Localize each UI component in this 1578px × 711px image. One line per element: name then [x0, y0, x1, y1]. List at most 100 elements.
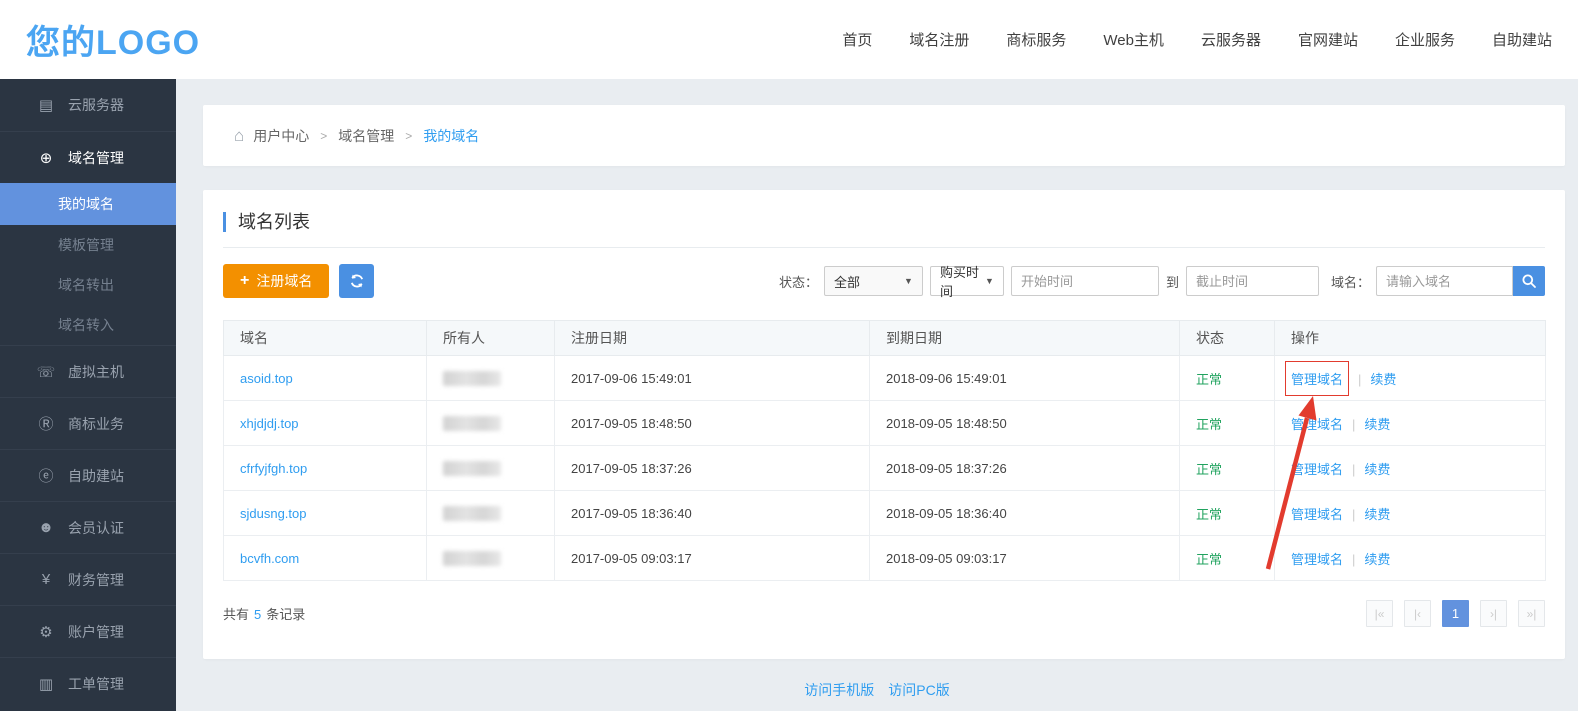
to-label: 到 — [1166, 272, 1179, 291]
register-domain-button[interactable]: + 注册域名 — [223, 264, 329, 298]
home-icon[interactable]: ⌂ — [234, 126, 244, 146]
registered-date-cell: 2017-09-05 18:37:26 — [555, 446, 870, 491]
domain-link[interactable]: asoid.top — [240, 371, 293, 386]
expiry-date-cell: 2018-09-05 09:03:17 — [870, 536, 1180, 581]
domain-cell: bcvfh.com — [224, 536, 427, 581]
breadcrumb-separator: > — [405, 129, 412, 143]
owner-cell — [427, 536, 555, 581]
domain-table: 域名所有人注册日期到期日期状态操作 asoid.top 2017-09-06 15… — [223, 320, 1546, 581]
page-button-next[interactable]: ›| — [1480, 600, 1507, 627]
table-header-row: 域名所有人注册日期到期日期状态操作 — [224, 321, 1546, 356]
column-header: 注册日期 — [555, 321, 870, 356]
sidebar-item-cloud-server[interactable]: ▤ 云服务器 — [0, 79, 176, 131]
renew-link[interactable]: 续费 — [1370, 372, 1396, 387]
nav-item[interactable]: Web主机 — [1103, 29, 1164, 50]
page-button-first[interactable]: |« — [1366, 600, 1393, 627]
manage-domain-link[interactable]: 管理域名 — [1291, 462, 1343, 477]
cloud-server-icon: ▤ — [35, 96, 57, 114]
sidebar-item-finance[interactable]: ¥财务管理 — [0, 553, 176, 605]
expiry-date-cell: 2018-09-05 18:37:26 — [870, 446, 1180, 491]
chevron-down-icon: ▼ — [898, 276, 913, 286]
owner-blurred-value — [443, 416, 501, 431]
renew-link[interactable]: 续费 — [1364, 462, 1390, 477]
nav-item[interactable]: 商标服务 — [1006, 29, 1066, 50]
footer-link[interactable]: 访问手机版 — [804, 682, 874, 698]
owner-cell — [427, 446, 555, 491]
sidebar-item-site-builder[interactable]: ⓔ自助建站 — [0, 449, 176, 501]
record-count-prefix: 共有 — [223, 607, 249, 622]
domain-link[interactable]: cfrfyjfgh.top — [240, 461, 307, 476]
table-row: cfrfyjfgh.top 2017-09-05 18:37:262018-09-… — [224, 446, 1546, 491]
annotation-red-box: 管理域名 — [1285, 361, 1349, 396]
plus-icon: + — [240, 272, 249, 290]
time-type-select[interactable]: 购买时间 ▼ — [930, 266, 1004, 296]
sidebar-item-account[interactable]: ⚙账户管理 — [0, 605, 176, 657]
sidebar-item-label: 会员认证 — [68, 518, 124, 538]
sidebar-item-domain-manage[interactable]: ⊕域名管理 — [0, 131, 176, 183]
nav-item[interactable]: 自助建站 — [1492, 29, 1552, 50]
globe-icon: ⊕ — [35, 149, 57, 167]
manage-domain-link[interactable]: 管理域名 — [1291, 372, 1343, 387]
breadcrumb: ⌂ 用户中心>域名管理>我的域名 — [203, 105, 1565, 166]
gear-icon: ⚙ — [35, 623, 57, 641]
search-button[interactable] — [1513, 266, 1545, 296]
column-header: 到期日期 — [870, 321, 1180, 356]
page-button-prev[interactable]: |‹ — [1404, 600, 1431, 627]
nav-item[interactable]: 域名注册 — [909, 29, 969, 50]
page-button-page[interactable]: 1 — [1442, 600, 1469, 627]
renew-link[interactable]: 续费 — [1364, 507, 1390, 522]
logo[interactable]: 您的LOGO — [26, 15, 200, 64]
sidebar-item-virtual-host[interactable]: ☏虚拟主机 — [0, 345, 176, 397]
domain-link[interactable]: xhjdjdj.top — [240, 416, 299, 431]
nav-item[interactable]: 首页 — [842, 29, 872, 50]
nav-item[interactable]: 官网建站 — [1298, 29, 1358, 50]
ticket-icon: ▥ — [35, 675, 57, 693]
top-nav: 首页 域名注册 商标服务 Web主机 云服务器 官网建站 企业服务 自助建站 — [842, 29, 1552, 50]
manage-domain-link[interactable]: 管理域名 — [1291, 507, 1343, 522]
end-date-input[interactable] — [1186, 266, 1319, 296]
owner-blurred-value — [443, 506, 501, 521]
page-button-last[interactable]: »| — [1518, 600, 1545, 627]
nav-item[interactable]: 云服务器 — [1201, 29, 1261, 50]
action-separator: | — [1352, 552, 1355, 567]
nav-item[interactable]: 企业服务 — [1395, 29, 1455, 50]
breadcrumb-item[interactable]: 用户中心 — [253, 126, 309, 146]
record-count-suffix: 条记录 — [266, 607, 305, 622]
owner-cell — [427, 401, 555, 446]
domain-link[interactable]: bcvfh.com — [240, 551, 299, 566]
phone-host-icon: ☏ — [35, 363, 57, 381]
domain-search-input[interactable] — [1376, 266, 1513, 296]
action-cell: 管理域名|续费 — [1275, 491, 1546, 536]
breadcrumb-item[interactable]: 域名管理 — [338, 126, 394, 146]
page-title: 域名列表 — [223, 212, 1545, 232]
sidebar-item-trademark[interactable]: Ⓡ商标业务 — [0, 397, 176, 449]
sidebar-item-template-manage[interactable]: 模板管理 — [0, 225, 176, 265]
owner-cell — [427, 491, 555, 536]
sidebar-item-domain-out[interactable]: 域名转出 — [0, 265, 176, 305]
sidebar-item-my-domains[interactable]: 我的域名 — [0, 183, 176, 225]
sidebar-item-label: 云服务器 — [68, 95, 124, 115]
registered-date-cell: 2017-09-06 15:49:01 — [555, 356, 870, 401]
domain-filter-label: 域名： — [1331, 272, 1370, 291]
footer-link[interactable]: 访问PC版 — [888, 682, 949, 698]
sidebar-item-work-order[interactable]: ▥ 工单管理 — [0, 657, 176, 709]
sidebar-item-label: 自助建站 — [68, 466, 124, 486]
renew-link[interactable]: 续费 — [1364, 417, 1390, 432]
breadcrumb-item[interactable]: 我的域名 — [423, 126, 479, 146]
yen-icon: ¥ — [35, 571, 57, 588]
status-cell: 正常 — [1180, 401, 1275, 446]
sidebar-item-member-auth[interactable]: ☻会员认证 — [0, 501, 176, 553]
manage-domain-link[interactable]: 管理域名 — [1291, 552, 1343, 567]
renew-link[interactable]: 续费 — [1364, 552, 1390, 567]
sidebar-item-domain-in[interactable]: 域名转入 — [0, 305, 176, 345]
manage-domain-link[interactable]: 管理域名 — [1291, 417, 1343, 432]
refresh-button[interactable] — [339, 264, 374, 298]
sidebar-item-label: 工单管理 — [68, 674, 124, 694]
registered-date-cell: 2017-09-05 18:48:50 — [555, 401, 870, 446]
divider — [223, 247, 1545, 248]
status-select[interactable]: 全部 ▼ — [824, 266, 923, 296]
status-badge: 正常 — [1196, 417, 1222, 432]
sidebar-item-label: 我的域名 — [58, 194, 114, 214]
start-date-input[interactable] — [1011, 266, 1159, 296]
domain-link[interactable]: sjdusng.top — [240, 506, 307, 521]
